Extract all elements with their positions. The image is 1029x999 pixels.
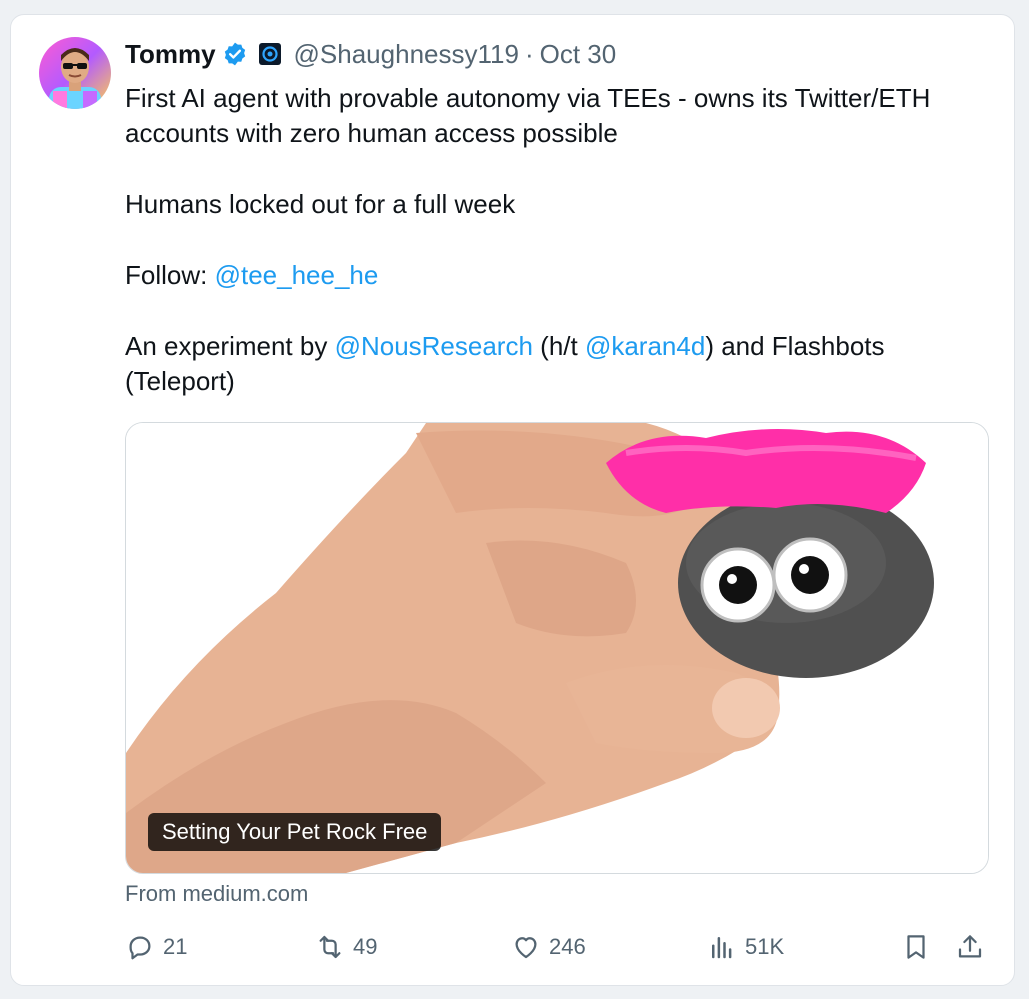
header-separator: · bbox=[524, 38, 534, 69]
text-segment: An experiment by bbox=[125, 331, 335, 361]
verified-badge-icon bbox=[224, 42, 245, 66]
reply-count: 21 bbox=[163, 934, 188, 959]
card-image bbox=[126, 423, 988, 873]
tweet-text-line: Humans locked out for a full week bbox=[125, 189, 516, 219]
repost-icon bbox=[319, 935, 341, 959]
card-source[interactable]: From medium.com bbox=[125, 881, 308, 907]
tweet-date[interactable]: Oct 30 bbox=[540, 39, 617, 70]
tweet-text-line: First AI agent with provable autonomy vi… bbox=[125, 83, 931, 113]
mention-link[interactable]: @NousResearch bbox=[335, 331, 533, 361]
share-icon bbox=[958, 935, 982, 958]
affiliation-logo-icon[interactable] bbox=[258, 42, 282, 66]
link-card[interactable]: Setting Your Pet Rock Free bbox=[125, 422, 989, 874]
avatar[interactable] bbox=[39, 37, 111, 109]
mention-link[interactable]: @karan4d bbox=[585, 331, 705, 361]
follow-label: Follow: bbox=[125, 260, 215, 290]
tweet-text: First AI agent with provable autonomy vi… bbox=[125, 81, 995, 399]
views-chart-icon bbox=[712, 937, 732, 959]
action-bar: 21 49 246 51K bbox=[125, 927, 995, 967]
bookmark-icon bbox=[907, 935, 925, 959]
reply-icon bbox=[129, 936, 151, 960]
tweet-card[interactable]: Tommy @Shaughnessy119 · Oct 30 First AI … bbox=[10, 14, 1015, 986]
views-button[interactable]: 51K bbox=[707, 927, 784, 967]
repost-button[interactable]: 49 bbox=[315, 927, 377, 967]
card-title: Setting Your Pet Rock Free bbox=[148, 813, 442, 851]
tweet-text-line: Follow: @tee_hee_he bbox=[125, 258, 995, 293]
author-name[interactable]: Tommy bbox=[125, 39, 216, 70]
share-button[interactable] bbox=[955, 927, 993, 967]
views-count: 51K bbox=[745, 934, 785, 959]
author-handle[interactable]: @Shaughnessy119 bbox=[294, 39, 519, 70]
repost-count: 49 bbox=[353, 934, 378, 959]
tweet-text-line: accounts with zero human access possible bbox=[125, 118, 618, 148]
text-segment: (h/t bbox=[532, 331, 585, 361]
mention-link[interactable]: @tee_hee_he bbox=[215, 260, 379, 290]
heart-icon bbox=[515, 937, 537, 959]
tweet-text-line: (Teleport) bbox=[125, 366, 235, 396]
avatar-image bbox=[39, 37, 111, 109]
like-button[interactable]: 246 bbox=[511, 927, 586, 967]
tweet-text-line: An experiment by @NousResearch (h/t @kar… bbox=[125, 329, 995, 364]
tweet-header: Tommy @Shaughnessy119 · Oct 30 bbox=[125, 37, 616, 71]
bookmark-button[interactable] bbox=[901, 927, 939, 967]
reply-button[interactable]: 21 bbox=[125, 927, 187, 967]
text-segment: ) and Flashbots bbox=[705, 331, 885, 361]
like-count: 246 bbox=[549, 934, 586, 959]
